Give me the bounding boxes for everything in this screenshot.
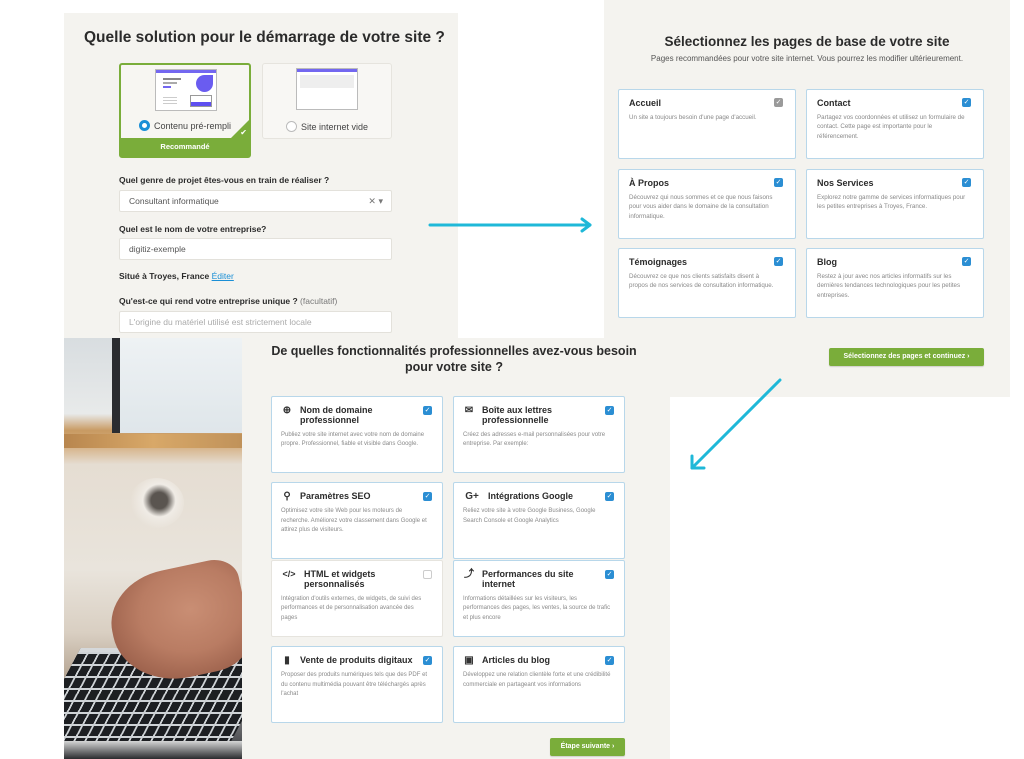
page-card-accueil[interactable]: Accueil Un site a toujours besoin d'une …	[618, 89, 796, 159]
start-solution-panel: Quelle solution pour le démarrage de vot…	[64, 13, 458, 338]
page-title: Contact	[817, 98, 851, 108]
optional-hint: (facultatif)	[300, 296, 338, 306]
feature-desc: Proposer des produits numériques tels qu…	[281, 672, 428, 698]
checkbox[interactable]: ✓	[962, 98, 971, 107]
panel-title: Quelle solution pour le démarrage de vot…	[84, 29, 445, 46]
laptop-typing-photo	[64, 338, 242, 759]
feature-title: HTML et widgets personnalisés	[304, 569, 376, 590]
arrow-right-icon	[428, 217, 592, 233]
chart-trend-icon: ⤴	[464, 569, 474, 580]
feature-desc: Intégration d'outils externes, de widget…	[281, 595, 422, 621]
search-icon: ⚲	[283, 491, 291, 502]
feature-desc: Reliez votre site à votre Google Busines…	[463, 508, 596, 524]
feature-card-html-widgets[interactable]: </> HTML et widgets personnalisés Intégra…	[271, 560, 443, 637]
feature-card-domain[interactable]: ⊕ Nom de domaine professionnel Publiez vo…	[271, 396, 443, 473]
checkbox[interactable]: ✓	[605, 492, 614, 501]
page-title: Témoignages	[629, 257, 688, 267]
feature-card-digital-products[interactable]: ▮ Vente de produits digitaux Proposer des…	[271, 646, 443, 723]
feature-title: Nom de domaine professionnel	[300, 405, 373, 426]
page-desc: Restez à jour avec nos articles informat…	[817, 273, 961, 299]
feature-desc: Informations détaillées sur les visiteur…	[463, 595, 611, 621]
checkbox[interactable]: ✓	[774, 257, 783, 266]
panel-subtitle: Pages recommandées pour votre site inter…	[650, 54, 964, 63]
unique-input[interactable]: L'origine du matériel utilisé est strict…	[119, 311, 392, 333]
check-icon: ✔	[240, 128, 247, 137]
page-card-temoignages[interactable]: Témoignages Découvrez ce que nos clients…	[618, 248, 796, 318]
page-title: À Propos	[629, 178, 670, 188]
project-type-value: Consultant informatique	[129, 196, 219, 206]
checkbox[interactable]: ✓	[774, 178, 783, 187]
panel-title: De quelles fonctionnalités professionnel…	[271, 344, 637, 374]
location-text: Situé à Troyes, France	[119, 271, 210, 281]
clear-icon[interactable]: ✕	[368, 196, 376, 206]
feature-title: Performances du site internet	[482, 569, 574, 590]
checkbox[interactable]: ✓	[423, 492, 432, 501]
option-prefilled-content[interactable]: Contenu pré-rempli ✔ Recommandé	[119, 63, 251, 158]
empty-template-thumbnail	[296, 68, 358, 110]
feature-card-blog-articles[interactable]: ▣ Articles du blog Développez une relatio…	[453, 646, 625, 723]
unique-label-text: Qu'est-ce qui rend votre entreprise uniq…	[119, 296, 298, 306]
feature-desc: Optimisez votre site Web pour les moteur…	[281, 508, 427, 534]
feature-card-performance[interactable]: ⤴ Performances du site internet Informati…	[453, 560, 625, 637]
globe-icon: ⊕	[282, 405, 292, 416]
code-icon: </>	[282, 569, 296, 579]
feature-title: Paramètres SEO	[300, 491, 371, 501]
radio-prefilled[interactable]	[138, 120, 150, 131]
google-plus-icon: G+	[465, 491, 479, 502]
page-card-a-propos[interactable]: À Propos Découvrez qui nous sommes et ce…	[618, 169, 796, 239]
radio-empty-site[interactable]	[285, 121, 297, 132]
page-title: Blog	[817, 257, 837, 267]
checkbox[interactable]: ✓	[962, 178, 971, 187]
location-line: Situé à Troyes, France Éditer	[119, 271, 234, 281]
arrow-down-left-icon	[690, 378, 782, 470]
checkbox[interactable]: ✓	[605, 406, 614, 415]
chevron-down-icon[interactable]: ▾	[378, 196, 383, 206]
option-empty-site[interactable]: Site internet vide	[262, 63, 392, 139]
feature-title: Boîte aux lettres professionnelle	[482, 405, 553, 426]
feature-card-seo[interactable]: ⚲ Paramètres SEO Optimisez votre site Web…	[271, 482, 443, 559]
checkbox[interactable]: ✓	[423, 656, 432, 665]
project-type-select[interactable]: Consultant informatique ✕ ▾	[119, 190, 392, 212]
feature-desc: Créez des adresses e-mail personnalisées…	[463, 431, 606, 448]
feature-title: Vente de produits digitaux	[300, 655, 413, 665]
feature-title: Intégrations Google	[488, 491, 574, 501]
page-desc: Un site a toujours besoin d'une page d'a…	[629, 114, 757, 121]
feature-card-mailbox[interactable]: ✉ Boîte aux lettres professionnelle Créez…	[453, 396, 625, 473]
page-card-contact[interactable]: Contact Partagez vos coordonnées et util…	[806, 89, 984, 159]
page-card-blog[interactable]: Blog Restez à jour avec nos articles inf…	[806, 248, 984, 318]
digital-product-icon: ▮	[284, 655, 290, 666]
checkbox[interactable]: ✓	[605, 656, 614, 665]
page-desc: Partagez vos coordonnées et utilisez un …	[817, 114, 965, 140]
checkbox[interactable]: ✓	[962, 257, 971, 266]
continue-pages-button[interactable]: Sélectionnez des pages et continuez ›	[829, 348, 984, 366]
checkbox[interactable]: ✓	[423, 406, 432, 415]
calendar-icon: ▣	[464, 655, 474, 666]
page-title: Accueil	[629, 98, 662, 108]
checkbox-unchecked[interactable]: ✓	[423, 570, 432, 579]
feature-card-google[interactable]: G+ Intégrations Google Reliez votre site …	[453, 482, 625, 559]
company-name-input[interactable]: digitiz-exemple	[119, 238, 392, 260]
feature-desc: Publiez votre site internet avec votre n…	[281, 431, 425, 448]
panel-title: Sélectionnez les pages de base de votre …	[664, 34, 950, 49]
page-desc: Explorez notre gamme de services informa…	[817, 194, 966, 211]
unique-label: Qu'est-ce qui rend votre entreprise uniq…	[119, 296, 337, 306]
page-title: Nos Services	[817, 178, 874, 188]
feature-desc: Développez une relation clientèle forte …	[463, 672, 611, 688]
recommended-badge: Recommandé	[121, 138, 249, 156]
edit-location-link[interactable]: Éditer	[212, 271, 234, 281]
page-desc: Découvrez qui nous sommes et ce que nous…	[629, 194, 773, 220]
next-step-button[interactable]: Étape suivante ›	[550, 738, 625, 756]
mail-icon: ✉	[464, 405, 474, 416]
feature-title: Articles du blog	[482, 655, 551, 665]
option-label: Contenu pré-rempli	[153, 120, 232, 131]
features-panel: De quelles fonctionnalités professionnel…	[64, 338, 670, 759]
checkbox[interactable]: ✓	[605, 570, 614, 579]
page-card-nos-services[interactable]: Nos Services Explorez notre gamme de ser…	[806, 169, 984, 239]
project-type-label: Quel genre de projet êtes-vous en train …	[119, 175, 330, 185]
prefilled-template-thumbnail	[155, 69, 217, 111]
checkbox-locked: ✓	[774, 98, 783, 107]
option-label: Site internet vide	[300, 121, 369, 132]
page-desc: Découvrez ce que nos clients satisfaits …	[629, 273, 774, 290]
company-name-label: Quel est le nom de votre entreprise?	[119, 224, 267, 234]
